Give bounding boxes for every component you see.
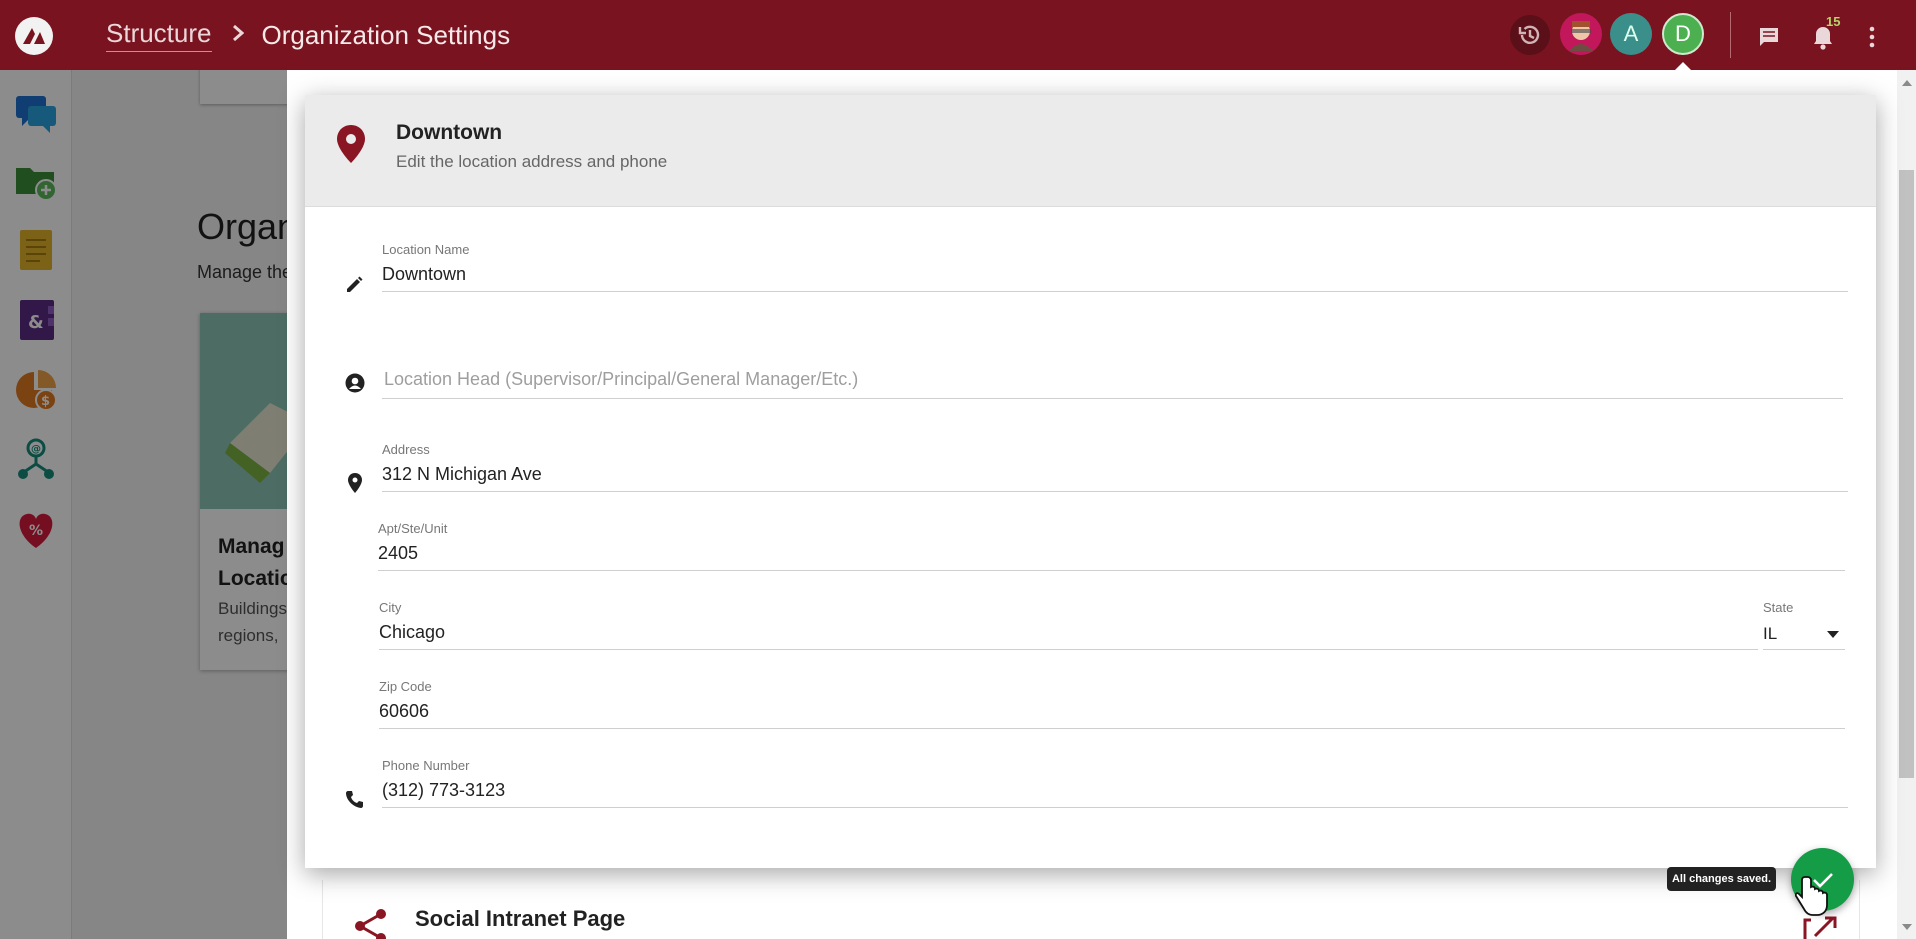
city-value[interactable]: Chicago	[379, 622, 445, 643]
share-icon	[355, 909, 386, 939]
chevron-right-icon	[232, 22, 244, 48]
address-field[interactable]: Address 312 N Michigan Ave	[382, 442, 1848, 492]
app-logo[interactable]	[15, 17, 53, 55]
avatar-photo[interactable]	[1560, 13, 1602, 55]
phone-number-value[interactable]: (312) 773-3123	[382, 780, 505, 801]
location-name-value[interactable]: Downtown	[382, 264, 466, 285]
scroll-up-arrow-icon[interactable]	[1902, 80, 1912, 86]
messages-button[interactable]	[1758, 26, 1780, 53]
apt-value[interactable]: 2405	[378, 543, 418, 564]
location-name-label: Location Name	[382, 242, 470, 257]
zip-code-field[interactable]: Zip Code 60606	[379, 679, 1845, 729]
apt-label: Apt/Ste/Unit	[378, 521, 448, 536]
dialog-header: Downtown Edit the location address and p…	[305, 95, 1876, 207]
location-head-field[interactable]: Location Head (Supervisor/Principal/Gene…	[382, 369, 1843, 399]
topbar-divider	[1730, 12, 1731, 58]
more-vert-icon	[1869, 26, 1875, 48]
social-intranet-section[interactable]: Social Intranet Page	[322, 880, 1860, 939]
breadcrumb-structure-link[interactable]: Structure	[106, 18, 212, 52]
popover-caret	[1674, 62, 1692, 71]
address-value[interactable]: 312 N Michigan Ave	[382, 464, 542, 485]
history-button[interactable]	[1510, 15, 1550, 55]
notification-count-badge: 15	[1826, 14, 1841, 29]
social-intranet-title: Social Intranet Page	[415, 906, 626, 931]
state-value[interactable]: IL	[1763, 624, 1777, 644]
address-label: Address	[382, 442, 430, 457]
state-label: State	[1763, 600, 1794, 615]
chat-icon	[1760, 28, 1778, 46]
page-title: Organization Settings	[261, 19, 511, 50]
location-name-field[interactable]: Location Name Downtown	[382, 242, 1848, 292]
open-external-icon[interactable]	[1803, 916, 1839, 939]
avatar-d[interactable]: D	[1662, 13, 1704, 55]
city-field[interactable]: City Chicago	[379, 600, 1758, 650]
account-circle-icon	[345, 373, 365, 393]
scrollbar-thumb[interactable]	[1899, 170, 1914, 778]
pencil-icon	[347, 276, 363, 292]
phone-icon	[346, 791, 363, 808]
hand-cursor-icon	[1795, 876, 1828, 916]
sheet-scrollbar[interactable]	[1897, 70, 1916, 939]
top-app-bar: Structure Organization Settings A D 15	[0, 0, 1916, 70]
dialog-subtitle: Edit the location address and phone	[396, 152, 668, 171]
dropdown-arrow-icon[interactable]	[1827, 631, 1839, 638]
more-options-button[interactable]	[1868, 26, 1876, 53]
avatar-a[interactable]: A	[1610, 13, 1652, 55]
zip-code-label: Zip Code	[379, 679, 432, 694]
history-icon	[1518, 25, 1540, 44]
apt-field[interactable]: Apt/Ste/Unit 2405	[378, 521, 1845, 571]
scroll-down-arrow-icon[interactable]	[1902, 924, 1912, 930]
location-head-placeholder[interactable]: Location Head (Supervisor/Principal/Gene…	[384, 369, 858, 390]
location-pin-icon	[337, 125, 365, 163]
phone-number-field[interactable]: Phone Number (312) 773-3123	[382, 758, 1848, 808]
logo-icon	[23, 28, 45, 44]
user-photo-icon	[1569, 21, 1593, 51]
edit-location-dialog: Downtown Edit the location address and p…	[305, 95, 1876, 868]
city-label: City	[379, 600, 402, 615]
saved-tooltip: All changes saved.	[1667, 867, 1776, 891]
phone-number-label: Phone Number	[382, 758, 470, 773]
state-select[interactable]: State IL	[1763, 600, 1845, 650]
dialog-title: Downtown	[396, 121, 503, 144]
address-pin-icon	[348, 473, 362, 493]
zip-code-value[interactable]: 60606	[379, 701, 429, 722]
breadcrumb: Structure Organization Settings	[106, 18, 510, 52]
